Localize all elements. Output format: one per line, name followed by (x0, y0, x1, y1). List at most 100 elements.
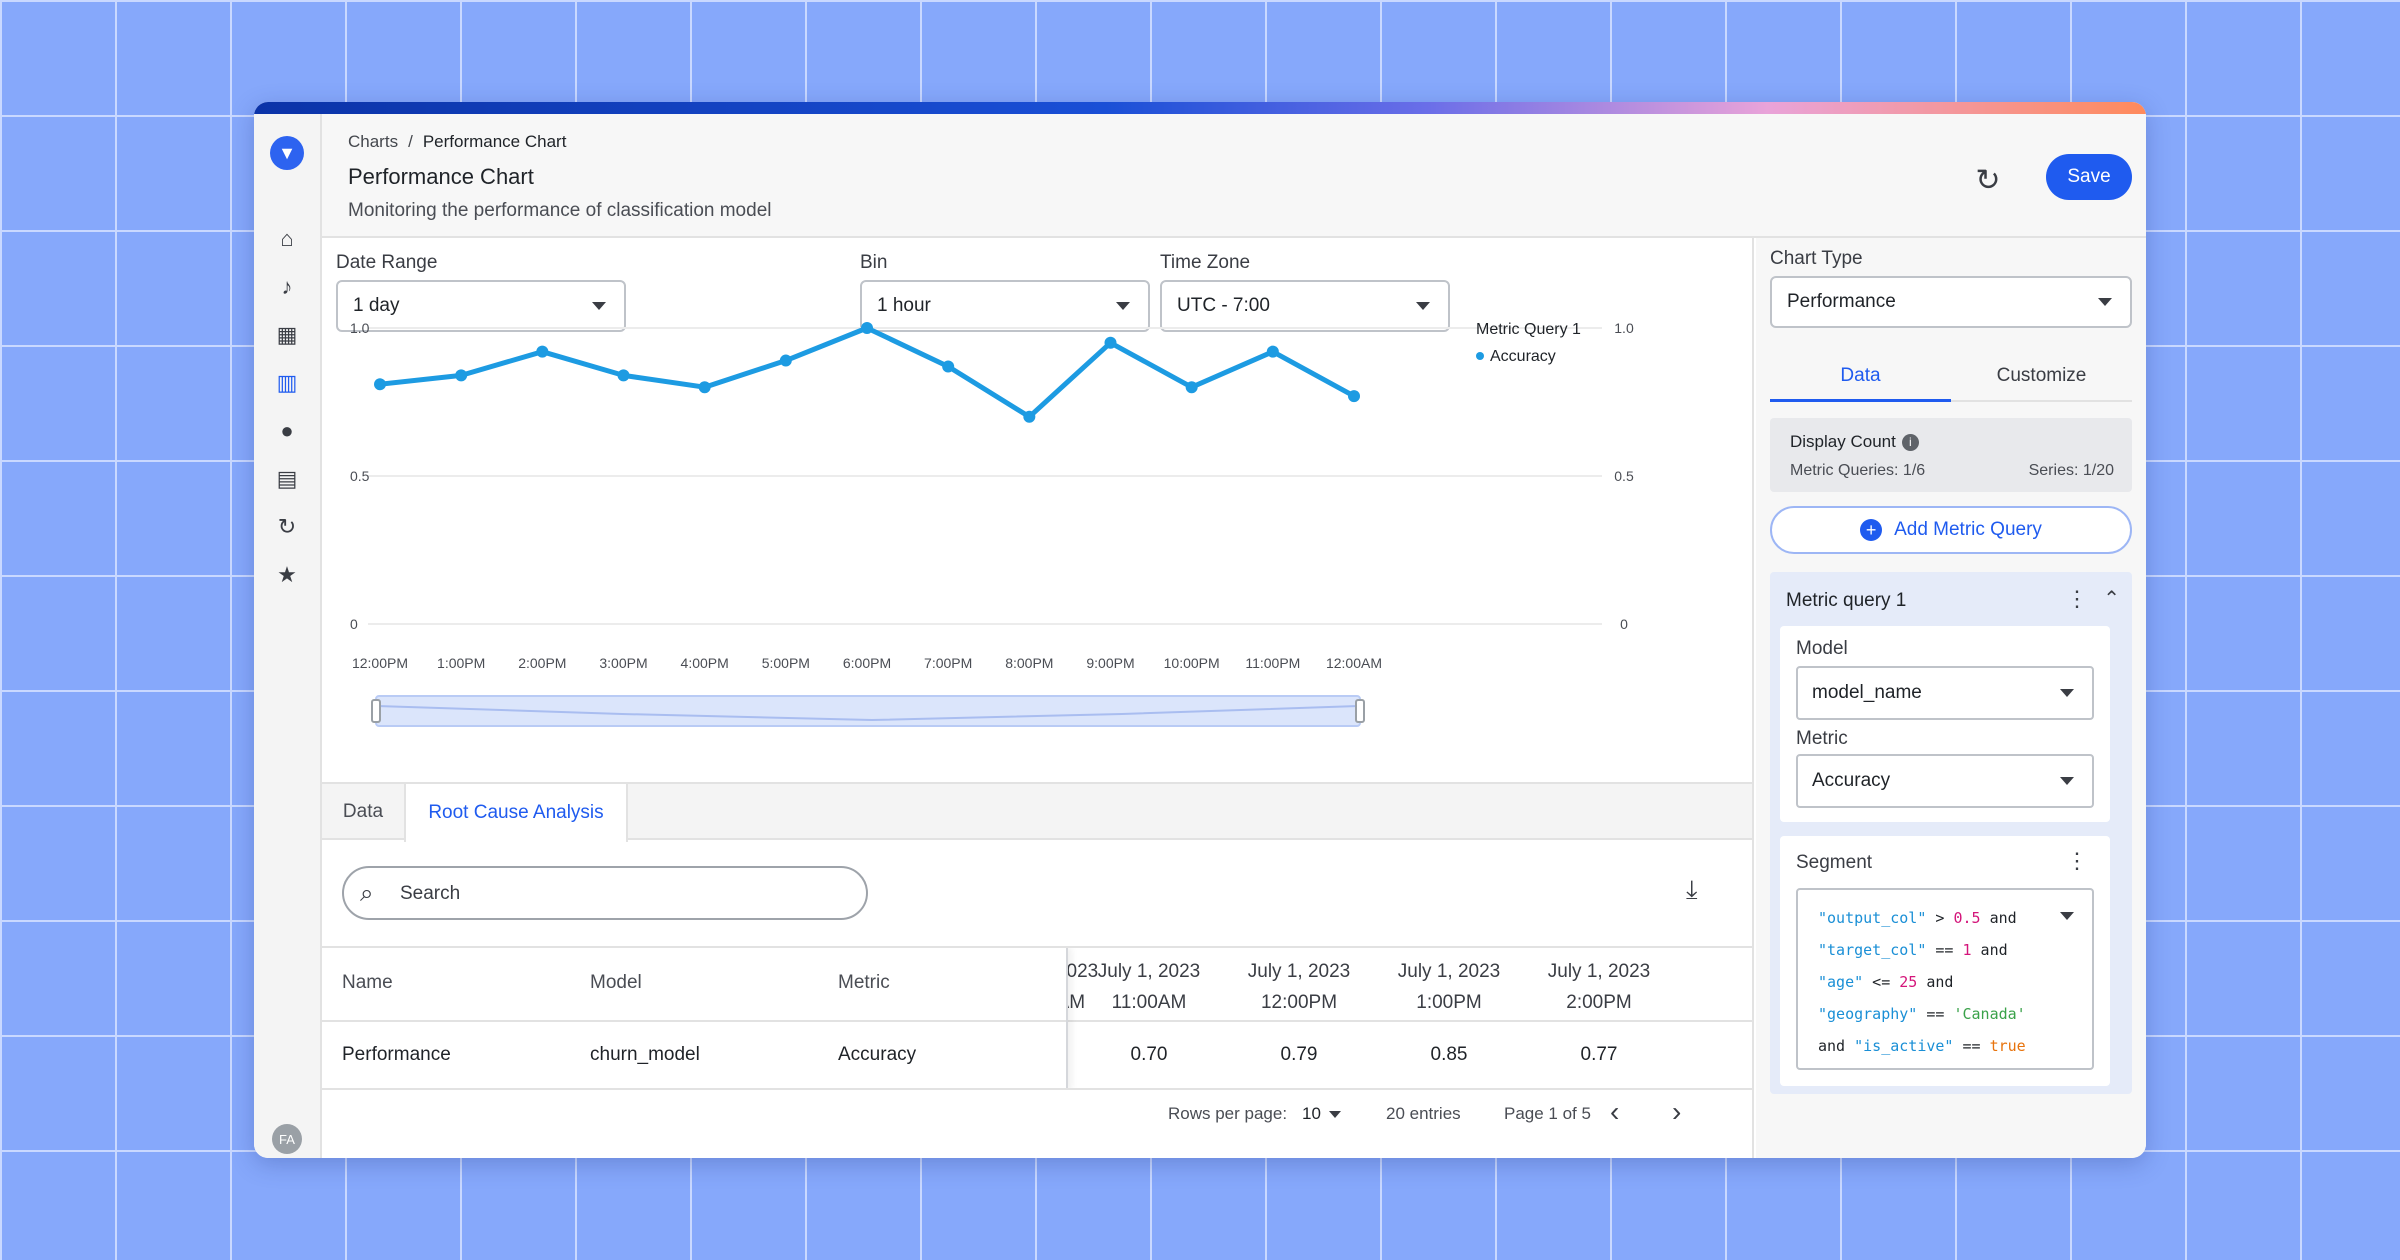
segment-token: 1 (1962, 941, 1972, 959)
rows-per-page-select[interactable]: 10 (1302, 1104, 1341, 1124)
date-col-2-time: 11:00AM (1111, 992, 1187, 1013)
header-model[interactable]: Model (590, 972, 642, 994)
chart-type-select[interactable]: Performance (1770, 276, 2132, 328)
logo-icon[interactable]: ▼ (270, 136, 304, 170)
chevron-up-icon[interactable]: ⌃ (2103, 586, 2120, 611)
data-point (1185, 381, 1198, 394)
gradient-bar (254, 102, 2146, 114)
segment-line-1: "output_col" > 0.5 and (1818, 902, 2092, 934)
model-select[interactable]: model_name (1796, 666, 2094, 720)
segment-editor[interactable]: "output_col" > 0.5 and "target_col" == 1… (1796, 888, 2094, 1070)
chart-icon[interactable]: ▥ (272, 368, 302, 398)
segment-token: 0.5 (1953, 909, 1981, 927)
segment-token: > (1926, 909, 1954, 927)
table-cell: Accuracy (838, 1044, 917, 1065)
date-col-4-time: 1:00PM (1416, 992, 1482, 1013)
segment-token: <= (1863, 973, 1900, 991)
metric-select[interactable]: Accuracy (1796, 754, 2094, 808)
chevron-left-icon[interactable]: ‹ (1610, 1096, 1619, 1128)
refresh-icon[interactable]: ↻ (1970, 162, 2006, 198)
data-point (374, 378, 386, 391)
breadcrumb-current: Performance Chart (422, 132, 567, 151)
segment-token: == (1917, 1005, 1954, 1023)
table-cell: churn_model (590, 1044, 700, 1065)
x-tick-label: 5:00PM (762, 655, 810, 671)
segment-token: 'Canada' (1953, 1005, 2026, 1023)
tab-panel-data[interactable]: Data (1770, 352, 1951, 402)
lightbulb-icon[interactable]: ● (272, 416, 302, 446)
history-icon[interactable]: ↻ (272, 512, 302, 542)
search-field[interactable]: ⌕ Search (342, 866, 868, 920)
x-tick-label: 3:00PM (599, 655, 647, 671)
metric-value: Accuracy (1812, 770, 1891, 791)
add-metric-query-label: Add Metric Query (1894, 519, 2042, 540)
display-count-label: Display Count (1790, 432, 1896, 451)
segment-token: "geography" (1818, 1005, 1918, 1023)
main-panel: Date Range 1 day Bin 1 hour Time Zone UT… (322, 238, 1754, 1158)
display-count-box: Display Count i Metric Queries: 1/6 Serie… (1770, 418, 2132, 492)
data-point (1023, 410, 1036, 423)
tab-data[interactable]: Data (322, 784, 404, 840)
chevron-down-icon (2060, 777, 2074, 785)
data-point (536, 345, 549, 358)
more-vert-icon[interactable]: ⋮ (2066, 848, 2088, 874)
chevron-down-icon (2098, 298, 2112, 306)
segment-line-3: "age" <= 25 and (1818, 966, 2092, 998)
range-handle-right[interactable] (1355, 699, 1365, 723)
segment-card: Segment ⋮ "output_col" > 0.5 and "target… (1780, 836, 2110, 1086)
segment-token: "age" (1818, 973, 1864, 991)
data-point (942, 360, 955, 373)
tab-root-cause-analysis[interactable]: Root Cause Analysis (404, 784, 628, 842)
date-col-2: July 1, 2023 11:00AM (1074, 956, 1224, 1018)
info-icon[interactable]: i (1901, 434, 1919, 452)
segment-token: "is_active" (1854, 1037, 1954, 1055)
dashboard-icon[interactable]: ▦ (272, 320, 302, 350)
segment-token: and (1917, 973, 1954, 991)
tab-customize[interactable]: Customize (1951, 352, 2132, 400)
display-count-title: Display Count i (1790, 432, 1919, 452)
home-icon[interactable]: ⌂ (272, 224, 302, 254)
legend-title: Metric Query 1 (1476, 321, 1581, 338)
date-col-3: July 1, 2023 12:00PM (1224, 956, 1374, 1018)
plus-icon: + (1860, 519, 1883, 541)
range-handle-left[interactable] (371, 699, 381, 723)
x-tick-label: 9:00PM (1086, 655, 1134, 671)
add-metric-query-button[interactable]: + Add Metric Query (1770, 506, 2132, 554)
chevron-right-icon[interactable]: › (1672, 1096, 1681, 1128)
segment-token: and (1818, 1037, 1855, 1055)
metric-queries-count: Metric Queries: 1/6 (1790, 462, 1926, 479)
breadcrumb-root[interactable]: Charts (348, 132, 398, 151)
metric-label: Metric (1796, 728, 1848, 749)
bell-icon[interactable]: ♪ (272, 272, 302, 302)
avatar[interactable]: FA (272, 1124, 302, 1154)
page-header: Charts / Performance Chart Performance Cha… (322, 114, 2146, 238)
star-icon[interactable]: ★ (272, 560, 302, 590)
date-col-2-date: July 1, 2023 (1097, 961, 1201, 982)
dataset-icon[interactable]: ▤ (272, 464, 302, 494)
y-tick-label-right: 0.5 (1614, 468, 1634, 484)
table-cell: 0.85 (1430, 1044, 1468, 1065)
rows-per-page-label: Rows per page: (1168, 1104, 1288, 1123)
y-tick-label: 0 (350, 616, 358, 632)
breadcrumb-separator: / (408, 132, 413, 151)
chevron-down-icon (2060, 689, 2074, 697)
save-button[interactable]: Save (2046, 154, 2132, 200)
date-col-4-date: July 1, 2023 (1397, 961, 1501, 982)
date-col-3-date: July 1, 2023 (1247, 961, 1351, 982)
data-point (779, 354, 792, 367)
x-tick-label: 10:00PM (1164, 655, 1220, 671)
header-name[interactable]: Name (342, 972, 393, 994)
metric-query-title: Metric query 1 (1786, 590, 1907, 611)
y-tick-label-right: 1.0 (1614, 320, 1634, 336)
breadcrumb: Charts / Performance Chart (348, 132, 566, 152)
x-tick-label: 8:00PM (1005, 655, 1053, 671)
chevron-down-icon[interactable] (2060, 912, 2074, 920)
header-metric[interactable]: Metric (838, 972, 890, 994)
download-icon[interactable]: ⤓ (1686, 874, 1698, 906)
more-vert-icon[interactable]: ⋮ (2066, 586, 2088, 612)
search-input[interactable]: Search (400, 883, 460, 905)
sidebar: ▼ ⌂ ♪ ▦ ▥ ● ▤ ↻ ★ FA (254, 114, 322, 1158)
date-col-5-date: July 1, 2023 (1547, 961, 1651, 982)
x-tick-label: 7:00PM (924, 655, 972, 671)
data-point (861, 322, 873, 334)
